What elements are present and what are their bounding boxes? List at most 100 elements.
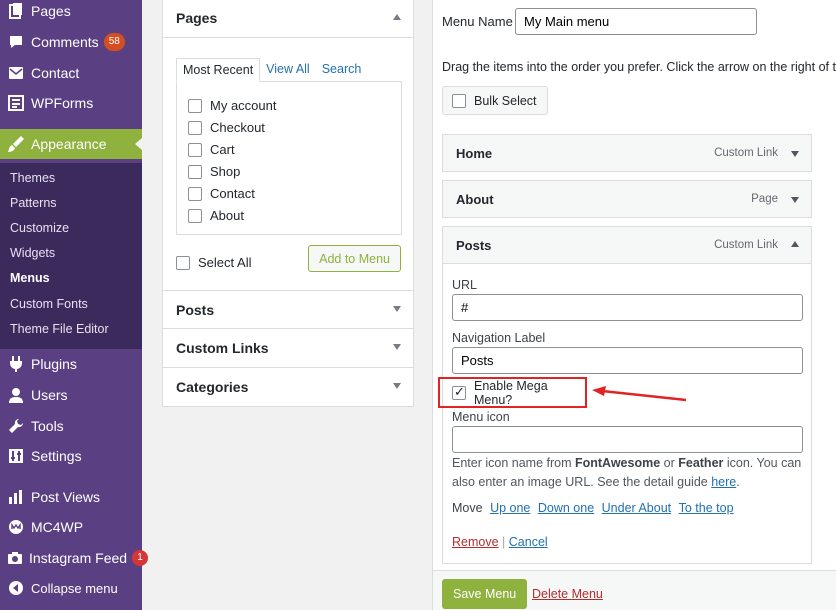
page-checkbox-cart[interactable]: Cart <box>188 142 235 157</box>
checkbox[interactable] <box>188 120 202 135</box>
user-icon <box>7 386 25 404</box>
submenu-widgets[interactable]: Widgets <box>10 246 55 260</box>
sidebar-item-contact[interactable]: Contact <box>0 58 142 88</box>
brush-icon <box>7 135 25 153</box>
menu-item-posts[interactable]: Posts Custom Link <box>442 226 812 264</box>
menu-icon-description: Enter icon name from FontAwesome or Feat… <box>452 454 807 492</box>
sidebar-item-appearance[interactable]: Appearance <box>0 129 142 159</box>
checkbox[interactable] <box>188 164 202 179</box>
custom-links-panel-header[interactable]: Custom Links <box>163 329 413 367</box>
menu-item-home[interactable]: Home Custom Link <box>442 134 812 172</box>
posts-panel: Posts <box>162 290 414 329</box>
checkbox[interactable] <box>188 98 202 113</box>
tab-search[interactable]: Search <box>316 58 368 82</box>
checkbox[interactable] <box>188 186 202 201</box>
cancel-link[interactable]: Cancel <box>509 535 548 549</box>
admin-sidebar: Pages Comments 58 Contact WPForms Appear… <box>0 0 149 610</box>
checkbox[interactable] <box>452 93 466 108</box>
url-input[interactable] <box>452 294 803 321</box>
desc-text: or <box>660 456 679 470</box>
delete-menu-link[interactable]: Delete Menu <box>532 587 603 601</box>
sidebar-item-collapse-menu[interactable]: Collapse menu <box>0 573 142 603</box>
sidebar-item-label: Users <box>31 387 68 403</box>
menu-item-about[interactable]: About Page <box>442 180 812 218</box>
sidebar-item-comments[interactable]: Comments 58 <box>0 27 142 57</box>
sidebar-item-label: Collapse menu <box>31 580 118 596</box>
sidebar-item-post-views[interactable]: Post Views <box>0 482 142 512</box>
sidebar-item-settings[interactable]: Settings <box>0 441 142 471</box>
desc-text: . <box>736 475 740 489</box>
checkbox-checked[interactable] <box>452 384 466 400</box>
pages-panel: Pages Most Recent View All Search My acc… <box>162 0 414 291</box>
collapse-icon <box>7 579 25 597</box>
navigation-label-input[interactable] <box>452 347 803 374</box>
page-checkbox-my-account[interactable]: My account <box>188 98 276 113</box>
sidebar-item-label: Instagram Feed <box>29 550 128 566</box>
submenu-menus[interactable]: Menus <box>10 271 50 285</box>
expand-arrow-icon[interactable] <box>791 197 799 203</box>
page-checkbox-checkout[interactable]: Checkout <box>188 120 265 135</box>
menu-name-input[interactable] <box>515 8 757 35</box>
pages-panel-title: Pages <box>176 10 218 26</box>
tab-view-all[interactable]: View All <box>260 58 316 82</box>
expand-arrow-icon[interactable] <box>393 344 401 350</box>
tab-most-recent[interactable]: Most Recent <box>176 58 261 82</box>
categories-panel-header[interactable]: Categories <box>163 368 413 406</box>
collapse-arrow-icon[interactable] <box>393 14 401 20</box>
bulk-select-button[interactable]: Bulk Select <box>442 86 548 115</box>
bulk-select-label: Bulk Select <box>474 93 537 108</box>
add-to-menu-button[interactable]: Add to Menu <box>308 245 401 272</box>
expand-arrow-icon[interactable] <box>791 151 799 157</box>
checkbox[interactable] <box>188 142 202 157</box>
categories-panel-title: Categories <box>176 379 249 395</box>
move-to-top-link[interactable]: To the top <box>679 501 734 515</box>
page-checkbox-contact[interactable]: Contact <box>188 186 255 201</box>
settings-icon <box>7 447 25 465</box>
submenu-theme-file-editor[interactable]: Theme File Editor <box>10 322 109 336</box>
remove-link[interactable]: Remove <box>452 535 499 549</box>
appearance-submenu: Themes Patterns Customize Widgets Menus … <box>0 163 142 349</box>
menu-item-type: Page <box>751 193 778 205</box>
sidebar-item-label: Post Views <box>31 489 100 505</box>
custom-links-panel-title: Custom Links <box>176 340 269 356</box>
page-label: Contact <box>210 186 255 201</box>
expand-arrow-icon[interactable] <box>393 306 401 312</box>
pages-panel-header[interactable]: Pages <box>163 0 413 37</box>
move-down-one-link[interactable]: Down one <box>538 501 594 515</box>
sidebar-item-plugins[interactable]: Plugins <box>0 349 142 379</box>
guide-link[interactable]: here <box>711 475 736 489</box>
page-checkbox-shop[interactable]: Shop <box>188 164 240 179</box>
submenu-themes[interactable]: Themes <box>10 171 55 185</box>
expand-arrow-icon[interactable] <box>393 383 401 389</box>
move-up-one-link[interactable]: Up one <box>490 501 530 515</box>
item-actions: Remove | Cancel <box>452 535 548 549</box>
sidebar-item-pages[interactable]: Pages <box>0 0 142 26</box>
sidebar-item-wpforms[interactable]: WPForms <box>0 88 142 118</box>
menu-icon-input[interactable] <box>452 426 803 453</box>
custom-links-panel: Custom Links <box>162 328 414 368</box>
sidebar-item-instagram-feed[interactable]: Instagram Feed 1 <box>0 543 149 573</box>
checkbox[interactable] <box>188 208 202 223</box>
page-checkbox-about[interactable]: About <box>188 208 244 223</box>
submenu-custom-fonts[interactable]: Custom Fonts <box>10 297 88 311</box>
menu-footer: Save Menu Delete Menu <box>433 570 836 610</box>
posts-panel-header[interactable]: Posts <box>163 291 413 329</box>
submenu-customize[interactable]: Customize <box>10 221 69 235</box>
collapse-arrow-icon[interactable] <box>791 241 799 247</box>
enable-mega-menu-checkbox[interactable]: Enable Mega Menu? <box>438 377 587 408</box>
menu-item-title: About <box>456 191 494 207</box>
checkbox[interactable] <box>176 255 190 270</box>
sidebar-item-label: Pages <box>31 3 71 19</box>
desc-feather: Feather <box>678 456 724 470</box>
move-links: Move Up one Down one Under About To the … <box>452 501 734 515</box>
enable-mega-menu-label: Enable Mega Menu? <box>474 378 548 407</box>
sidebar-item-mc4wp[interactable]: MC4WP <box>0 512 142 542</box>
save-menu-button[interactable]: Save Menu <box>442 579 528 609</box>
sidebar-item-label: Tools <box>31 418 64 434</box>
select-all-checkbox[interactable]: Select All <box>176 255 251 270</box>
sidebar-item-users[interactable]: Users <box>0 380 142 410</box>
sidebar-item-tools[interactable]: Tools <box>0 411 142 441</box>
submenu-patterns[interactable]: Patterns <box>10 196 57 210</box>
pages-checklist: My account Checkout Cart Shop Contact Ab… <box>176 81 402 235</box>
move-under-about-link[interactable]: Under About <box>602 501 672 515</box>
